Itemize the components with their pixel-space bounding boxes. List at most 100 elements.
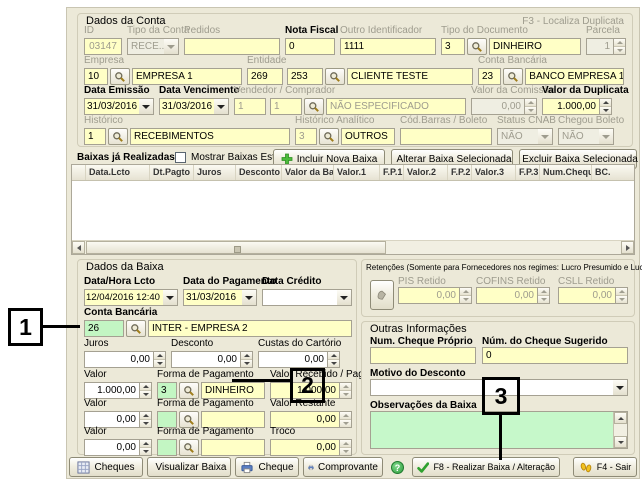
scroll-down-button[interactable] <box>614 436 627 448</box>
vendedor-search-button[interactable] <box>304 98 324 115</box>
conta-bancaria-baixa-code-input[interactable]: 26 <box>84 320 124 337</box>
forma-pagamento1-search-button[interactable] <box>179 382 199 399</box>
empresa-search-button[interactable] <box>110 68 130 85</box>
valor1-spinner[interactable] <box>140 382 152 399</box>
data-vencimento-input[interactable]: 31/03/2016 <box>159 98 214 115</box>
f8-realizar-baixa-button[interactable]: F8 - Realizar Baixa / Alteração <box>412 457 560 477</box>
baixas-table-body[interactable] <box>72 181 634 240</box>
data-credito-dropdown-button[interactable] <box>337 289 352 306</box>
csll-retido-spinner[interactable] <box>616 287 628 304</box>
scroll-left-button[interactable] <box>72 241 85 254</box>
nota-fiscal-input[interactable]: 0 <box>285 38 335 55</box>
forma-pagamento1-code-input[interactable]: 3 <box>157 382 177 399</box>
outro-identificador-input[interactable]: 1111 <box>340 38 436 55</box>
chegou-boleto-select[interactable]: NÃO <box>558 128 599 145</box>
column-header-juros[interactable]: Juros <box>194 165 236 180</box>
juros-input[interactable]: 0,00 <box>84 351 154 368</box>
entidade-code2-input[interactable]: 253 <box>287 68 323 85</box>
entidade-search-button[interactable] <box>325 68 345 85</box>
vendedor-name-input[interactable]: NÃO ESPECIFICADO <box>326 98 466 115</box>
custas-cartorio-spinner[interactable] <box>328 351 340 368</box>
cod-barras-input[interactable] <box>400 128 492 145</box>
valor-recebido-spinner[interactable] <box>340 382 352 399</box>
num-cheque-proprio-input[interactable] <box>370 347 476 364</box>
data-vencimento-dropdown-button[interactable] <box>214 98 229 115</box>
conta-bancaria-baixa-search-button[interactable] <box>126 320 146 337</box>
data-pagamento-input[interactable]: 31/03/2016 <box>183 289 242 306</box>
status-cnab-dropdown-button[interactable] <box>538 128 553 145</box>
column-header-valor-1[interactable]: Valor.1 <box>334 165 380 180</box>
valor-comissao-input[interactable]: 0,00 <box>471 98 525 115</box>
scroll-up-button[interactable] <box>614 412 627 424</box>
parcela-spinner[interactable] <box>614 38 626 55</box>
forma-pagamento3-code-input[interactable] <box>157 439 177 456</box>
data-hora-lcto-dropdown-button[interactable] <box>163 289 178 306</box>
historico-analitico-search-button[interactable] <box>319 128 339 145</box>
troco-input[interactable]: 0,00 <box>270 439 340 456</box>
column-header-selector[interactable] <box>72 165 86 180</box>
historico-analitico-code-input[interactable]: 3 <box>295 128 317 145</box>
tipo-do-documento-name-input[interactable]: DINHEIRO <box>489 38 581 55</box>
cheque-print-button[interactable]: Cheque <box>235 457 299 477</box>
valor-duplicata-spinner[interactable] <box>600 98 612 115</box>
custas-cartorio-input[interactable]: 0,00 <box>258 351 328 368</box>
entidade-name-input[interactable]: CLIENTE TESTE <box>347 68 473 85</box>
valor-comissao-spinner[interactable] <box>525 98 537 115</box>
tipo-da-conta-select[interactable]: RECE... <box>127 38 164 55</box>
tipo-do-documento-search-button[interactable] <box>467 38 487 55</box>
entidade-code-input[interactable]: 269 <box>247 68 283 85</box>
parcela-input[interactable]: 1 <box>586 38 614 55</box>
column-header-data-lcto[interactable]: Data.Lcto <box>86 165 150 180</box>
juros-spinner[interactable] <box>154 351 166 368</box>
historico-code-input[interactable]: 1 <box>84 128 106 145</box>
motivo-desconto-dropdown-button[interactable] <box>613 379 628 396</box>
conta-bancaria-code-input[interactable]: 23 <box>478 68 502 85</box>
num-cheque-sugerido-input[interactable]: 0 <box>482 347 628 364</box>
status-cnab-select[interactable]: NÃO <box>497 128 538 145</box>
table-horizontal-scrollbar[interactable] <box>72 240 634 254</box>
historico-search-button[interactable] <box>108 128 128 145</box>
column-header-bc[interactable]: BC. <box>592 165 634 180</box>
valor3-spinner[interactable] <box>140 439 152 456</box>
vendedor-code-input[interactable]: 1 <box>234 98 266 115</box>
column-header-valor-da-baixa[interactable]: Valor da Baixa <box>282 165 334 180</box>
tipo-do-documento-code-input[interactable]: 3 <box>441 38 465 55</box>
column-header-fp-2[interactable]: F.P.2 <box>448 165 472 180</box>
vendedor-code2-input[interactable]: 1 <box>270 98 302 115</box>
column-header-fp-1[interactable]: F.P.1 <box>380 165 404 180</box>
conta-bancaria-name-input[interactable]: BANCO EMPRESA 1 <box>525 68 624 85</box>
valor-duplicata-input[interactable]: 1.000,00 <box>542 98 600 115</box>
cheques-button[interactable]: Cheques <box>69 457 143 477</box>
data-pagamento-dropdown-button[interactable] <box>242 289 257 306</box>
column-header-dt-pagto[interactable]: Dt.Pagto <box>150 165 194 180</box>
observacoes-scrollbar[interactable] <box>613 412 627 448</box>
column-header-valor-3[interactable]: Valor.3 <box>472 165 516 180</box>
retencoes-button[interactable] <box>370 280 394 310</box>
visualizar-baixa-button[interactable]: Visualizar Baixa <box>147 457 231 477</box>
historico-analitico-name-input[interactable]: OUTROS <box>341 128 395 145</box>
column-header-num-cheque[interactable]: Num.Cheque <box>540 165 592 180</box>
csll-retido-input[interactable]: 0,00 <box>558 287 616 304</box>
chegou-boleto-dropdown-button[interactable] <box>599 128 614 145</box>
forma-pagamento3-search-button[interactable] <box>179 439 199 456</box>
troco-spinner[interactable] <box>340 439 352 456</box>
valor3-input[interactable]: 0,00 <box>84 439 140 456</box>
data-emissao-dropdown-button[interactable] <box>139 98 154 115</box>
scrollbar-thumb[interactable] <box>86 241 386 254</box>
cofins-retido-spinner[interactable] <box>538 287 550 304</box>
column-header-valor-2[interactable]: Valor.2 <box>404 165 448 180</box>
comprovante-print-button[interactable]: Comprovante <box>303 457 383 477</box>
data-hora-lcto-input[interactable]: 12/04/2016 12:40 <box>84 289 163 306</box>
desconto-spinner[interactable] <box>241 351 253 368</box>
historico-name-input[interactable]: RECEBIMENTOS <box>130 128 290 145</box>
pis-retido-input[interactable]: 0,00 <box>398 287 460 304</box>
column-header-desconto[interactable]: Desconto <box>236 165 282 180</box>
data-emissao-input[interactable]: 31/03/2016 <box>84 98 139 115</box>
scroll-right-button[interactable] <box>621 241 634 254</box>
tipo-da-conta-dropdown-button[interactable] <box>164 38 179 55</box>
empresa-name-input[interactable]: EMPRESA 1 <box>132 68 242 85</box>
cofins-retido-input[interactable]: 0,00 <box>476 287 538 304</box>
pis-retido-spinner[interactable] <box>460 287 472 304</box>
forma-pagamento1-name-input[interactable]: DINHEIRO <box>201 382 265 399</box>
forma-pagamento3-name-input[interactable] <box>201 439 265 456</box>
